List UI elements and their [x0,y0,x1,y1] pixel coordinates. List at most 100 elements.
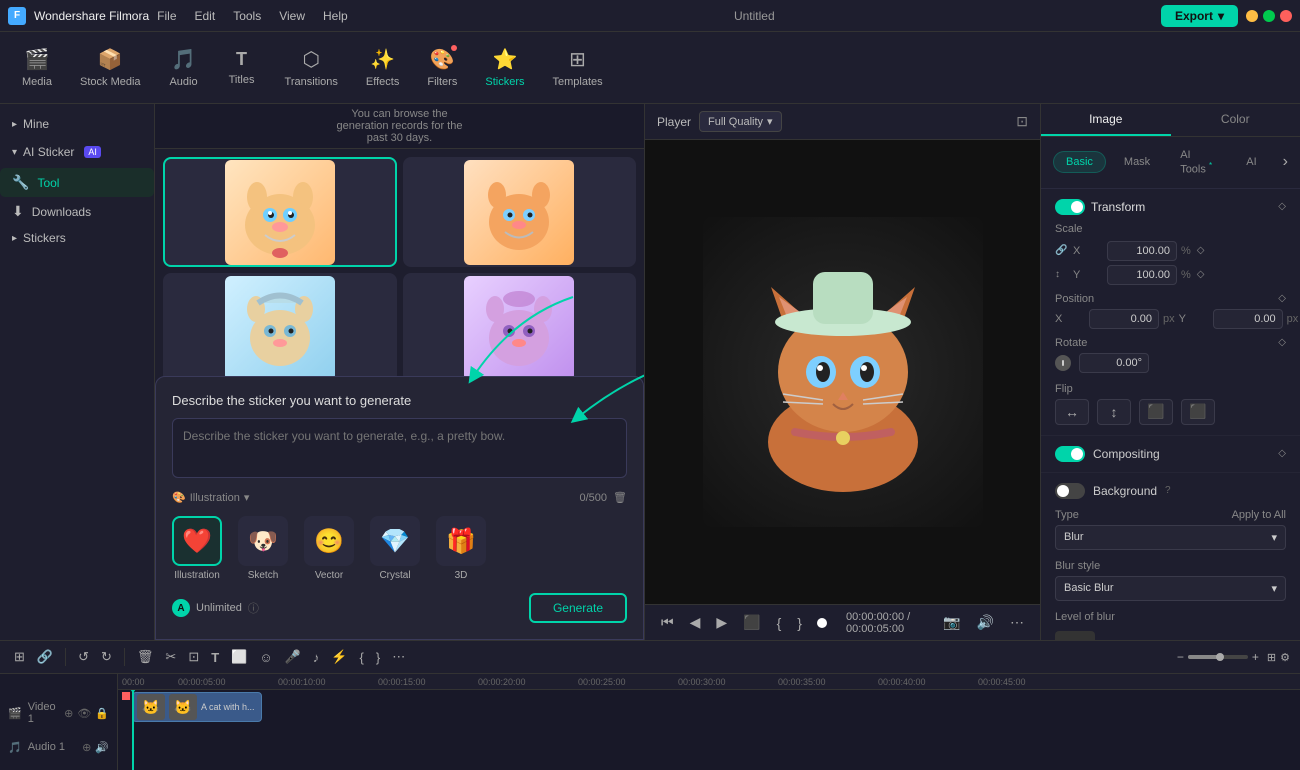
ai-describe-input[interactable] [172,418,627,478]
sidebar-item-ai-sticker[interactable]: ▾ AI Sticker AI [0,140,154,164]
scale-y-keyframe[interactable]: ◇ [1197,269,1205,280]
transform-keyframe-icon[interactable]: ◇ [1278,201,1286,212]
track-lock-button[interactable]: 🔒 [95,707,109,720]
scale-x-keyframe[interactable]: ◇ [1197,245,1205,256]
audio-track-mute-button[interactable]: 🔊 [95,741,109,754]
maximize-button[interactable] [1263,10,1275,22]
menu-file[interactable]: File [157,9,176,23]
position-y-input[interactable] [1213,309,1283,329]
rotate-dial[interactable] [1055,355,1071,371]
toolbar-stickers[interactable]: ⭐ Stickers [473,41,536,94]
toolbar-stock[interactable]: 📦 Stock Media [68,41,153,94]
minimize-button[interactable] [1246,10,1258,22]
toolbar-filters[interactable]: 🎨 Filters [415,41,469,94]
apply-all-button[interactable]: Apply to All [1232,509,1286,521]
grid-button[interactable]: ⊞ [1267,651,1276,664]
tl-redo-button[interactable]: ↻ [97,647,116,667]
tl-split-button[interactable]: { [356,648,368,667]
scale-y-input[interactable] [1107,265,1177,285]
export-button[interactable]: Export ▾ [1161,5,1238,27]
style-illustration[interactable]: ❤️ Illustration [172,516,222,581]
sticker-cell-2[interactable] [403,157,637,267]
style-crystal[interactable]: 💎 Crystal [370,516,420,581]
tl-mic-button[interactable]: 🎤 [281,647,305,667]
tl-speed-button[interactable]: ⚡ [327,647,351,667]
type-select[interactable]: Blur ▾ [1055,525,1286,550]
style-vector[interactable]: 😊 Vector [304,516,354,581]
track-eye-button[interactable]: 👁 [77,707,91,720]
generate-button[interactable]: Generate [529,593,627,623]
transform-toggle[interactable] [1055,199,1085,215]
step-forward-button[interactable]: ⬛ [739,612,764,633]
compositing-toggle[interactable] [1055,446,1085,462]
subtab-mask[interactable]: Mask [1112,152,1162,172]
more-controls-button[interactable]: ⋯ [1006,612,1028,633]
menu-view[interactable]: View [279,9,305,23]
menu-tools[interactable]: Tools [233,9,261,23]
background-help-icon[interactable]: ? [1165,485,1171,496]
zoom-slider[interactable] [1188,655,1248,659]
tl-sticker-button[interactable]: ☺ [255,648,276,667]
flip-3-button[interactable]: ⬛ [1139,399,1173,425]
toolbar-titles[interactable]: T Titles [215,43,269,92]
volume-button[interactable]: 🔊 [973,612,998,633]
sidebar-item-downloads[interactable]: ⬇ Downloads [0,197,154,226]
loop-end-button[interactable]: } [793,613,806,633]
tl-more-button[interactable]: ⋯ [388,647,409,667]
flip-v-button[interactable]: ↕ [1097,399,1131,425]
step-back-button[interactable]: ◀ [686,612,705,633]
tl-add-track-button[interactable]: ⊞ [10,647,29,667]
subtab-more-icon[interactable]: › [1283,153,1288,171]
preview-settings-icon[interactable]: ⊡ [1016,113,1028,129]
toolbar-templates[interactable]: ⊞ Templates [540,41,614,94]
sticker-cell-4[interactable] [403,273,637,383]
toolbar-audio[interactable]: 🎵 Audio [157,41,211,94]
tl-shape-button[interactable]: ⬜ [227,647,251,667]
subtab-basic[interactable]: Basic [1053,151,1106,173]
position-x-input[interactable] [1089,309,1159,329]
toolbar-media[interactable]: 🎬 Media [10,41,64,94]
loop-start-button[interactable]: { [773,613,786,633]
zoom-out-button[interactable]: − [1177,650,1184,664]
style-sketch[interactable]: 🐶 Sketch [238,516,288,581]
rotate-keyframe[interactable]: ◇ [1278,337,1286,348]
tl-link-button[interactable]: 🔗 [33,647,57,667]
quality-select[interactable]: Full Quality ▾ [699,111,782,132]
close-button[interactable] [1280,10,1292,22]
subtab-ai[interactable]: AI [1234,152,1268,172]
tab-color[interactable]: Color [1171,104,1300,136]
sidebar-item-mine[interactable]: ▸ Mine [0,112,154,136]
rotate-input[interactable] [1079,353,1149,373]
style-3d[interactable]: 🎁 3D [436,516,486,581]
compositing-keyframe-icon[interactable]: ◇ [1278,448,1286,459]
audio-track-add-button[interactable]: ⊕ [82,741,91,754]
tab-image[interactable]: Image [1041,104,1171,136]
background-toggle[interactable] [1055,483,1085,499]
position-keyframe[interactable]: ◇ [1278,293,1286,304]
tl-crop-button[interactable]: ⊡ [184,647,203,667]
tl-undo-button[interactable]: ↺ [74,647,93,667]
blur-style-select[interactable]: Basic Blur ▾ [1055,576,1286,601]
sticker-cell-1[interactable] [163,157,397,267]
snapshot-button[interactable]: 📷 [939,612,964,633]
menu-help[interactable]: Help [323,9,348,23]
track-add-button[interactable]: ⊕ [64,707,73,720]
scale-x-input[interactable] [1107,241,1177,261]
tl-merge-button[interactable]: } [372,648,384,667]
video-clip-1[interactable]: 🐱 🐱 A cat with h... [132,692,262,722]
sidebar-item-stickers[interactable]: ▸ Stickers [0,226,154,250]
flip-h-button[interactable]: ↔ [1055,399,1089,425]
play-button[interactable]: ▶ [712,612,731,633]
zoom-in-button[interactable]: + [1252,650,1259,664]
clear-icon[interactable]: 🗑 [613,491,627,504]
toolbar-transitions[interactable]: ⬡ Transitions [273,41,350,94]
skip-back-button[interactable]: ⏮ [657,612,678,633]
tl-cut-button[interactable]: ✂ [161,647,180,667]
toolbar-effects[interactable]: ✨ Effects [354,41,411,94]
tl-music-button[interactable]: ♪ [309,648,324,667]
flip-4-button[interactable]: ⬛ [1181,399,1215,425]
sticker-cell-3[interactable] [163,273,397,383]
sidebar-item-tool[interactable]: 🔧 Tool [0,168,154,197]
menu-edit[interactable]: Edit [195,9,216,23]
tl-text-button[interactable]: T [207,648,223,667]
